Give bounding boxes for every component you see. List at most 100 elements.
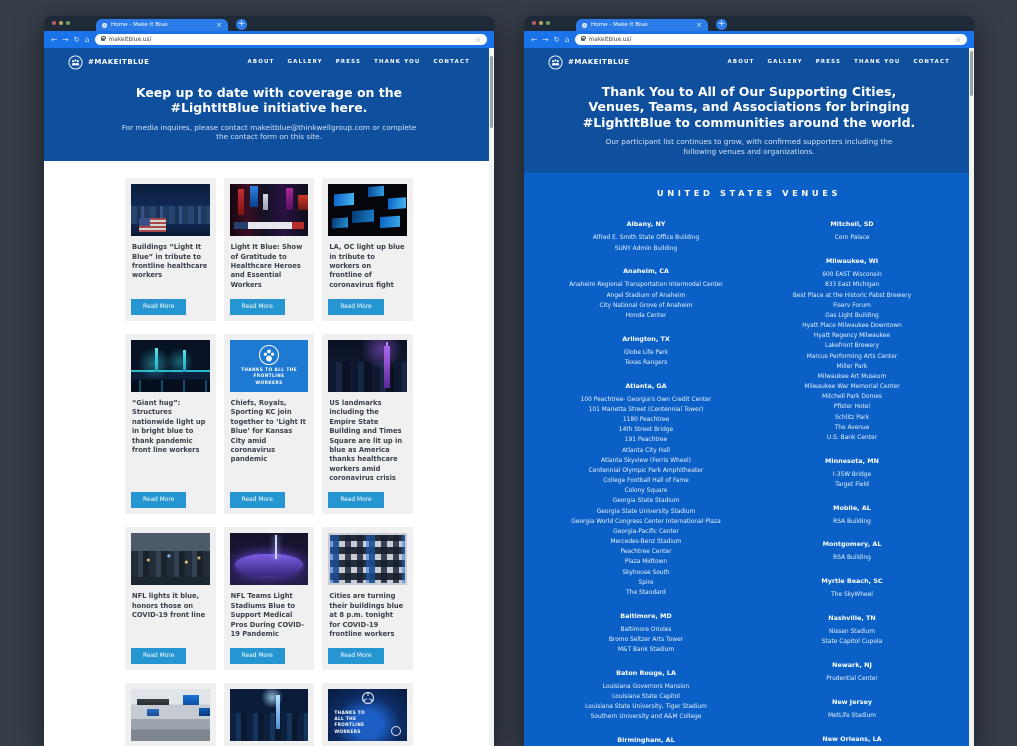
nav-item-contact[interactable]: CONTACT <box>433 59 470 65</box>
venue-item: Hyatt Place Milwaukee Downtown <box>758 323 946 331</box>
nyc-street-image <box>131 689 210 741</box>
page-viewport: #MAKEITBLUE ABOUT GALLERY PRESS THANK YOU CO… <box>44 48 494 746</box>
city-group: Arlington, TXGlobe Life ParkTexas Ranger… <box>552 335 740 368</box>
read-more-button[interactable]: Read More <box>328 648 383 664</box>
back-icon[interactable]: ← <box>531 36 537 44</box>
press-card: US landmarks including the Empire State … <box>322 334 413 514</box>
nav-item-gallery[interactable]: GALLERY <box>287 59 322 65</box>
nav-item-gallery[interactable]: GALLERY <box>767 59 802 65</box>
article-title: NFL lights it blue, honors those on COVI… <box>132 592 209 620</box>
city-group: Albany, NYAlfred E. Smith State Office B… <box>552 220 740 253</box>
nav-item-thank-you[interactable]: THANK YOU <box>854 59 900 65</box>
address-bar[interactable]: makeitblue.us/ ☆ <box>575 34 967 45</box>
bridge-image <box>131 340 210 392</box>
close-window-icon[interactable] <box>52 21 56 25</box>
home-icon[interactable]: ⌂ <box>85 36 90 44</box>
city-group: Myrtle Beach, SCThe SkyWheel <box>758 577 946 600</box>
close-tab-icon[interactable]: × <box>696 21 702 29</box>
browser-tab[interactable]: Home - Make It Blue × <box>96 19 228 31</box>
venue-item: 101 Marietta Street (Centennial Tower) <box>552 407 740 415</box>
venue-item: RSA Building <box>758 519 946 527</box>
press-hero-subtitle: For media inquires, please contact makei… <box>119 123 419 143</box>
read-more-button[interactable]: Read More <box>131 299 186 315</box>
scrollbar-thumb[interactable] <box>970 51 973 96</box>
nav-item-press[interactable]: PRESS <box>816 59 841 65</box>
reload-icon[interactable]: ↻ <box>554 36 560 44</box>
read-more-button[interactable]: Read More <box>131 492 186 508</box>
article-title: Chiefs, Royals, Sporting KC join togethe… <box>231 399 308 465</box>
minimize-window-icon[interactable] <box>539 21 543 25</box>
venue-item: 100 Peachtree- Georgia's Own Credit Cent… <box>552 397 740 405</box>
read-more-button[interactable]: Read More <box>230 299 285 315</box>
venue-item: Nissan Stadium <box>758 629 946 637</box>
read-more-button[interactable]: Read More <box>131 648 186 664</box>
press-hero: Keep up to date with coverage on the #Li… <box>44 76 494 161</box>
nav-item-thank-you[interactable]: THANK YOU <box>374 59 420 65</box>
read-more-button[interactable]: Read More <box>328 492 383 508</box>
browser-tab[interactable]: Home - Make It Blue × <box>576 19 708 31</box>
la-screens-image <box>328 184 407 236</box>
zoom-window-icon[interactable] <box>66 21 70 25</box>
nyc-night-image <box>230 689 309 741</box>
venues-section-heading: UNITED STATES VENUES <box>552 188 946 198</box>
nav-item-about[interactable]: ABOUT <box>248 59 275 65</box>
new-tab-button[interactable]: + <box>716 19 727 30</box>
nav-item-about[interactable]: ABOUT <box>728 59 755 65</box>
venue-item: Lakefront Brewery <box>758 343 946 351</box>
nav-item-press[interactable]: PRESS <box>336 59 361 65</box>
read-more-button[interactable]: Read More <box>328 299 383 315</box>
nav-item-contact[interactable]: CONTACT <box>913 59 950 65</box>
venue-item: City National Grove of Anaheim <box>552 303 740 311</box>
venue-item: Georgia-Pacific Center <box>552 529 740 537</box>
venue-item: Honda Center <box>552 313 740 321</box>
city-name: Nashville, TN <box>758 614 946 622</box>
scrollbar-thumb[interactable] <box>490 56 493 128</box>
browser-toolbar: ← → ↻ ⌂ makeitblue.us/ ☆ <box>524 31 974 48</box>
bookmark-star-icon[interactable]: ☆ <box>955 36 961 44</box>
venue-item: 14th Street Bridge <box>552 427 740 435</box>
city-group: Mobile, ALRSA Building <box>758 504 946 527</box>
site-logo[interactable]: #MAKEITBLUE <box>68 55 149 70</box>
venue-item: Mercedes-Benz Stadium <box>552 539 740 547</box>
venue-item: 833 East Michigan <box>758 282 946 290</box>
press-hero-title: Keep up to date with coverage on the #Li… <box>104 85 434 116</box>
new-tab-button[interactable]: + <box>236 19 247 30</box>
venue-item: Miller Park <box>758 364 946 372</box>
close-tab-icon[interactable]: × <box>216 21 222 29</box>
site-nav: ABOUT GALLERY PRESS THANK YOU CONTACT <box>728 59 950 65</box>
venue-item: Milwaukee War Memorial Center <box>758 384 946 392</box>
city-group: New Orleans, LAJackson SquareMercedes-Be… <box>758 735 946 746</box>
venue-item: Texas Rangers <box>552 360 740 368</box>
venue-item: Prudential Center <box>758 676 946 684</box>
venue-item: Southern University and A&M College <box>552 714 740 722</box>
page-viewport: #MAKEITBLUE ABOUT GALLERY PRESS THANK YOU CO… <box>524 48 974 746</box>
makeitblue-logo-icon <box>548 55 563 70</box>
zoom-window-icon[interactable] <box>546 21 550 25</box>
venue-item: Spire <box>552 580 740 588</box>
read-more-button[interactable]: Read More <box>230 648 285 664</box>
city-group: Minnesota, MNI-35W BridgeTarget Field <box>758 457 946 490</box>
back-icon[interactable]: ← <box>51 36 57 44</box>
page-scrollbar[interactable] <box>489 48 494 746</box>
venue-item: RSA Building <box>758 555 946 563</box>
article-title: Cities are turning their buildings blue … <box>329 592 406 639</box>
city-group: Nashville, TNNissan StadiumState Capitol… <box>758 614 946 647</box>
article-title: US landmarks including the Empire State … <box>329 399 406 483</box>
city-name: Atlanta, GA <box>552 382 740 390</box>
bookmark-star-icon[interactable]: ☆ <box>475 36 481 44</box>
article-title: Buildings “Light It Blue” in tribute to … <box>132 243 209 281</box>
site-header: #MAKEITBLUE ABOUT GALLERY PRESS THANK YOU CO… <box>524 48 974 76</box>
reload-icon[interactable]: ↻ <box>74 36 80 44</box>
home-icon[interactable]: ⌂ <box>565 36 570 44</box>
read-more-button[interactable]: Read More <box>230 492 285 508</box>
venue-item: Anaheim Regional Transportation Intermod… <box>552 282 740 290</box>
minimize-window-icon[interactable] <box>59 21 63 25</box>
page-scrollbar[interactable] <box>969 48 974 746</box>
address-bar[interactable]: makeitblue.us/ ☆ <box>95 34 487 45</box>
press-card: Cities are turning their buildings blue … <box>322 527 413 670</box>
forward-icon[interactable]: → <box>542 36 548 44</box>
site-logo[interactable]: #MAKEITBLUE <box>548 55 629 70</box>
forward-icon[interactable]: → <box>62 36 68 44</box>
close-window-icon[interactable] <box>532 21 536 25</box>
venue-item: Bromo Seltzer Arts Tower <box>552 637 740 645</box>
